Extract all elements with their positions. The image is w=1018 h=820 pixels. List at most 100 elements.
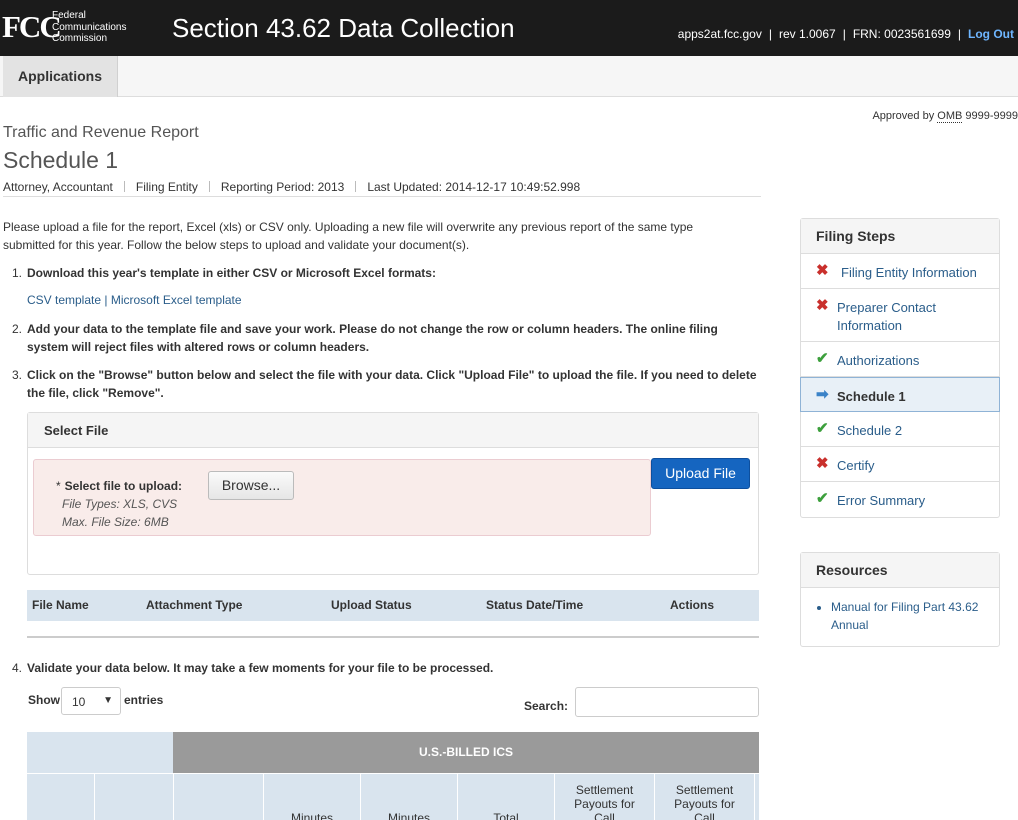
meta-updated: Last Updated: 2014-12-17 10:49:52.998 (367, 180, 581, 194)
resource-link-manual[interactable]: Manual for Filing Part 43.62 Annual (831, 598, 987, 634)
col-minutes-2[interactable]: Minutes (360, 773, 457, 820)
arrow-right-icon: ➡ (816, 386, 829, 403)
file-upload-label-text: Select file to upload: (64, 479, 183, 493)
table-column-header[interactable] (27, 773, 94, 820)
checkmark-icon: ✔ (816, 490, 829, 507)
report-meta: Attorney, Accountant Filing Entity Reporti… (3, 180, 761, 197)
col-actions: Actions (670, 598, 715, 612)
table-header-blank (27, 732, 173, 773)
omb-abbr: OMB (937, 110, 963, 123)
resources-panel: Resources Manual for Filing Part 43.62 A… (800, 552, 1000, 647)
step-2: 2. Add your data to the template file and… (12, 320, 758, 354)
meta-role: Attorney, Accountant (3, 180, 113, 194)
resources-heading: Resources (801, 553, 999, 588)
divider (27, 636, 759, 638)
group-header-us-billed-ics: U.S.-BILLED ICS (173, 732, 759, 773)
filing-steps-panel: Filing Steps ✖ Filing Entity Information… (800, 218, 1000, 518)
filing-step-schedule-1[interactable]: ➡ Schedule 1 (800, 377, 1000, 412)
search-input[interactable] (575, 687, 759, 717)
separator: | (768, 27, 772, 41)
error-x-icon: ✖ (816, 297, 829, 314)
upload-file-button[interactable]: Upload File (651, 458, 750, 489)
meta-entity: Filing Entity (135, 180, 198, 194)
panel-heading: Select File (28, 413, 758, 448)
col-total[interactable]: Total (457, 773, 554, 820)
revision: rev 1.0067 (778, 27, 836, 41)
col-settlement-payouts-1[interactable]: Settlement Payouts for Call (554, 773, 654, 820)
validation-table: U.S.-BILLED ICS Minutes Minutes Total Se… (27, 732, 759, 820)
filing-step-schedule-2[interactable]: ✔ Schedule 2 (801, 412, 999, 447)
file-upload-label: * Select file to upload: (56, 479, 182, 493)
divider (208, 181, 210, 192)
top-header: FCC Federal Communications Commission Se… (0, 0, 1018, 56)
logo-line-3: Commission (52, 33, 108, 44)
excel-template-link[interactable]: Microsoft Excel template (111, 293, 242, 307)
separator: | (842, 27, 846, 41)
files-table-header: File Name Attachment Type Upload Status … (27, 590, 759, 621)
step-number: 4. (12, 661, 23, 675)
checkmark-icon: ✔ (816, 350, 829, 367)
select-file-panel: Select File * Select file to upload: File… (27, 412, 759, 575)
filing-step-certify[interactable]: ✖ Certify (801, 447, 999, 482)
filing-step-label: Preparer Contact Information (837, 300, 936, 333)
upload-area: * Select file to upload: File Types: XLS,… (33, 459, 651, 536)
host-name: apps2at.fcc.gov (677, 27, 762, 41)
frn: FRN: 0023561699 (852, 27, 951, 41)
error-x-icon: ✖ (816, 262, 829, 279)
intro-text: Please upload a file for the report, Exc… (3, 220, 694, 252)
entries-select-value: 10 (72, 695, 86, 709)
logo-line-2: Communications (52, 21, 127, 33)
divider (355, 181, 357, 192)
browse-button[interactable]: Browse... (208, 471, 294, 500)
col-settlement-payouts-2[interactable]: Settlement Payouts for Call (654, 773, 754, 820)
omb-approval: Approved by OMB 9999-9999 (872, 110, 1018, 123)
nav-tab-applications[interactable]: Applications (3, 56, 118, 97)
file-types-hint: File Types: XLS, CVS (62, 497, 178, 511)
chevron-down-icon: ▼ (103, 695, 113, 706)
table-column-header[interactable] (173, 773, 263, 820)
entries-select[interactable]: 10 ▼ (61, 687, 121, 715)
step-number: 2. (12, 322, 23, 336)
step-4: 4. Validate your data below. It may take … (12, 659, 758, 677)
fcc-logo[interactable]: FCC Federal Communications Commission (2, 8, 142, 48)
meta-period: Reporting Period: 2013 (220, 180, 345, 194)
csv-template-link[interactable]: CSV template (27, 293, 101, 307)
divider (123, 181, 125, 192)
report-name: Traffic and Revenue Report (3, 124, 199, 141)
filing-step-label: Authorizations (837, 353, 920, 368)
template-links: CSV template | Microsoft Excel template (27, 293, 242, 307)
filing-step-filing-entity[interactable]: ✖ Filing Entity Information (801, 254, 999, 289)
table-column-header[interactable] (94, 773, 173, 820)
filing-step-label: Schedule 2 (837, 423, 903, 438)
col-minutes-1[interactable]: Minutes (263, 773, 360, 820)
checkmark-icon: ✔ (816, 420, 829, 437)
col-status-date[interactable]: Status Date/Time (486, 598, 583, 612)
filing-step-label: Schedule 1 (837, 389, 906, 404)
filing-step-label: Error Summary (837, 493, 926, 508)
filing-step-error-summary[interactable]: ✔ Error Summary (801, 482, 999, 517)
resources-list: Manual for Filing Part 43.62 Annual (801, 588, 999, 646)
col-file-name[interactable]: File Name (32, 598, 89, 612)
show-label: Show (28, 693, 60, 707)
page-title: Schedule 1 (3, 147, 119, 173)
entries-label: entries (124, 693, 164, 707)
app-title: Section 43.62 Data Collection (172, 13, 515, 43)
step-number: 1. (12, 266, 23, 280)
col-attachment-type[interactable]: Attachment Type (146, 598, 242, 612)
link-separator: | (101, 293, 111, 307)
omb-number: 9999-9999 (962, 110, 1018, 122)
separator: | (957, 27, 962, 41)
search-label: Search: (524, 699, 569, 713)
header-info: apps2at.fcc.gov | rev 1.0067 | FRN: 00235616… (678, 27, 1014, 41)
filing-step-authorizations[interactable]: ✔ Authorizations (801, 342, 999, 377)
filing-step-label: Certify (837, 458, 875, 473)
filing-step-preparer-contact[interactable]: ✖ Preparer Contact Information (801, 289, 999, 342)
col-upload-status[interactable]: Upload Status (331, 598, 412, 612)
step-text: Download this year's template in either … (27, 266, 436, 280)
logo-line-1: Federal (52, 10, 86, 21)
filing-step-label: Filing Entity Information (841, 265, 977, 280)
fcc-logo-text: Federal Communications Commission (52, 10, 126, 45)
logout-link[interactable]: Log Out (968, 27, 1014, 41)
step-number: 3. (12, 368, 23, 382)
filing-steps-heading: Filing Steps (801, 219, 999, 254)
